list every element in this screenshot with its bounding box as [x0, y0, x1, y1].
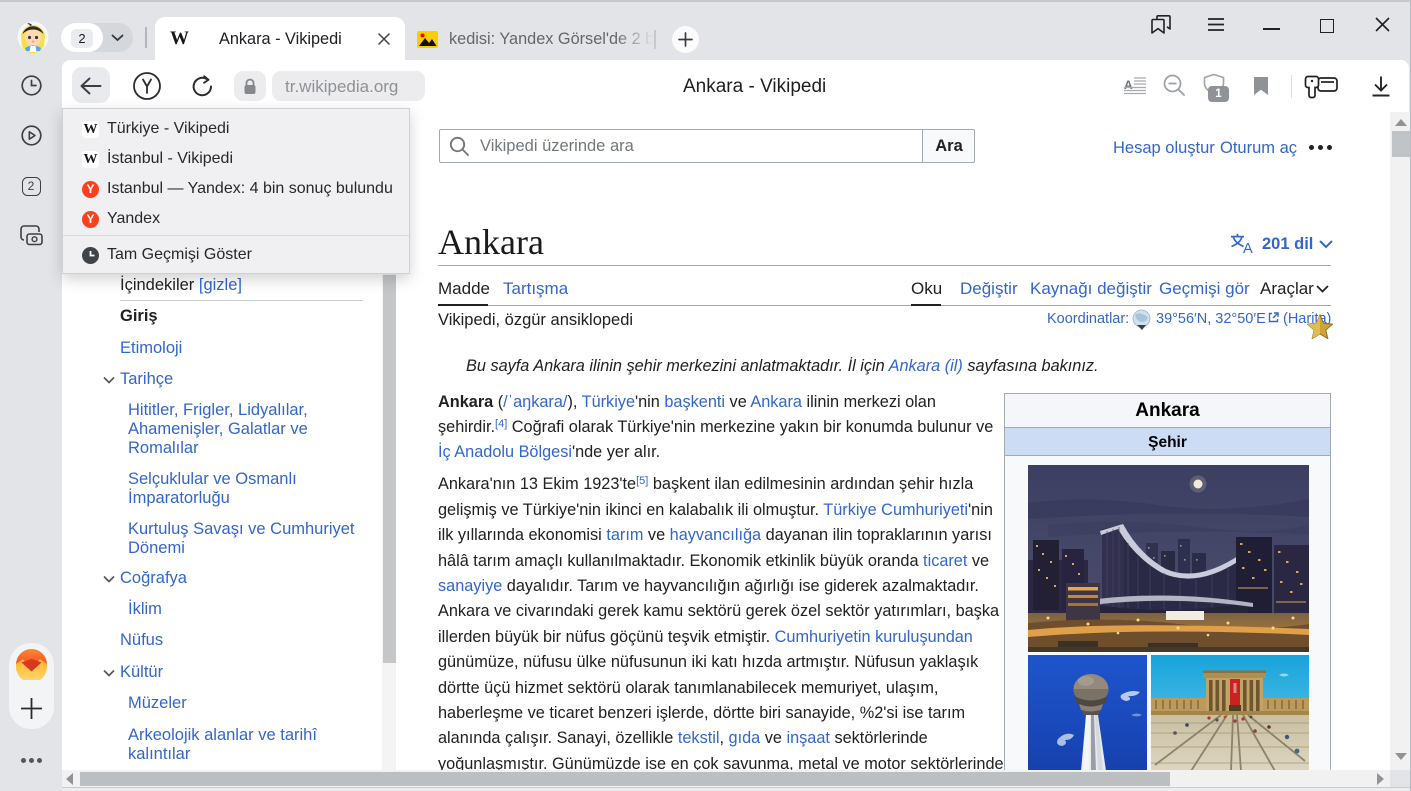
svg-text:A: A: [1243, 241, 1253, 254]
